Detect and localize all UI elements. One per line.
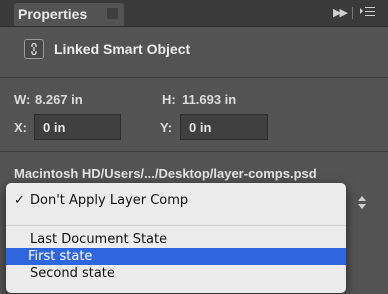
divider (0, 77, 388, 78)
y-position-field[interactable]: 0 in (180, 114, 268, 140)
properties-header: Linked Smart Object (0, 27, 388, 77)
divider (0, 151, 388, 152)
layer-comp-menu: ✓ Don't Apply Layer Comp Last Document S… (6, 183, 346, 293)
width-label: W: (14, 92, 31, 107)
tab-title: Properties (18, 6, 88, 22)
menu-item-label: Second state (30, 266, 115, 281)
linked-smart-object-icon (24, 39, 44, 59)
tab-properties[interactable]: Properties (14, 3, 124, 26)
height-label: H: (162, 92, 176, 107)
panel-menu-icon[interactable] (360, 5, 378, 19)
x-position-field[interactable]: 0 in (34, 114, 121, 140)
panel-tab-bar: Properties ▶▶ (0, 0, 388, 27)
menu-item-second-state[interactable]: Second state (6, 265, 346, 282)
x-label: X: (14, 120, 27, 135)
menu-item-first-state[interactable]: First state (6, 248, 346, 265)
divider (352, 7, 353, 19)
tab-close-button[interactable] (107, 8, 118, 19)
y-label: Y: (160, 120, 173, 135)
collapse-panel-icon[interactable]: ▶▶ (333, 6, 348, 19)
menu-item-dont-apply[interactable]: ✓ Don't Apply Layer Comp (6, 192, 346, 209)
menu-item-last-document-state[interactable]: Last Document State (6, 231, 346, 248)
y-position-value: 0 in (189, 120, 212, 135)
header-label: Linked Smart Object (54, 41, 191, 57)
checkmark-icon: ✓ (14, 193, 25, 208)
menu-separator (6, 225, 346, 226)
select-arrows-icon[interactable] (358, 196, 368, 210)
x-position-value: 0 in (43, 120, 66, 135)
menu-item-label: Don't Apply Layer Comp (30, 193, 189, 208)
width-value: 8.267 in (35, 92, 83, 107)
menu-item-label: Last Document State (30, 232, 168, 247)
menu-item-label: First state (28, 249, 93, 264)
linked-file-path: Macintosh HD/Users/.../Desktop/layer-com… (14, 166, 317, 181)
height-value: 11.693 in (182, 92, 237, 107)
